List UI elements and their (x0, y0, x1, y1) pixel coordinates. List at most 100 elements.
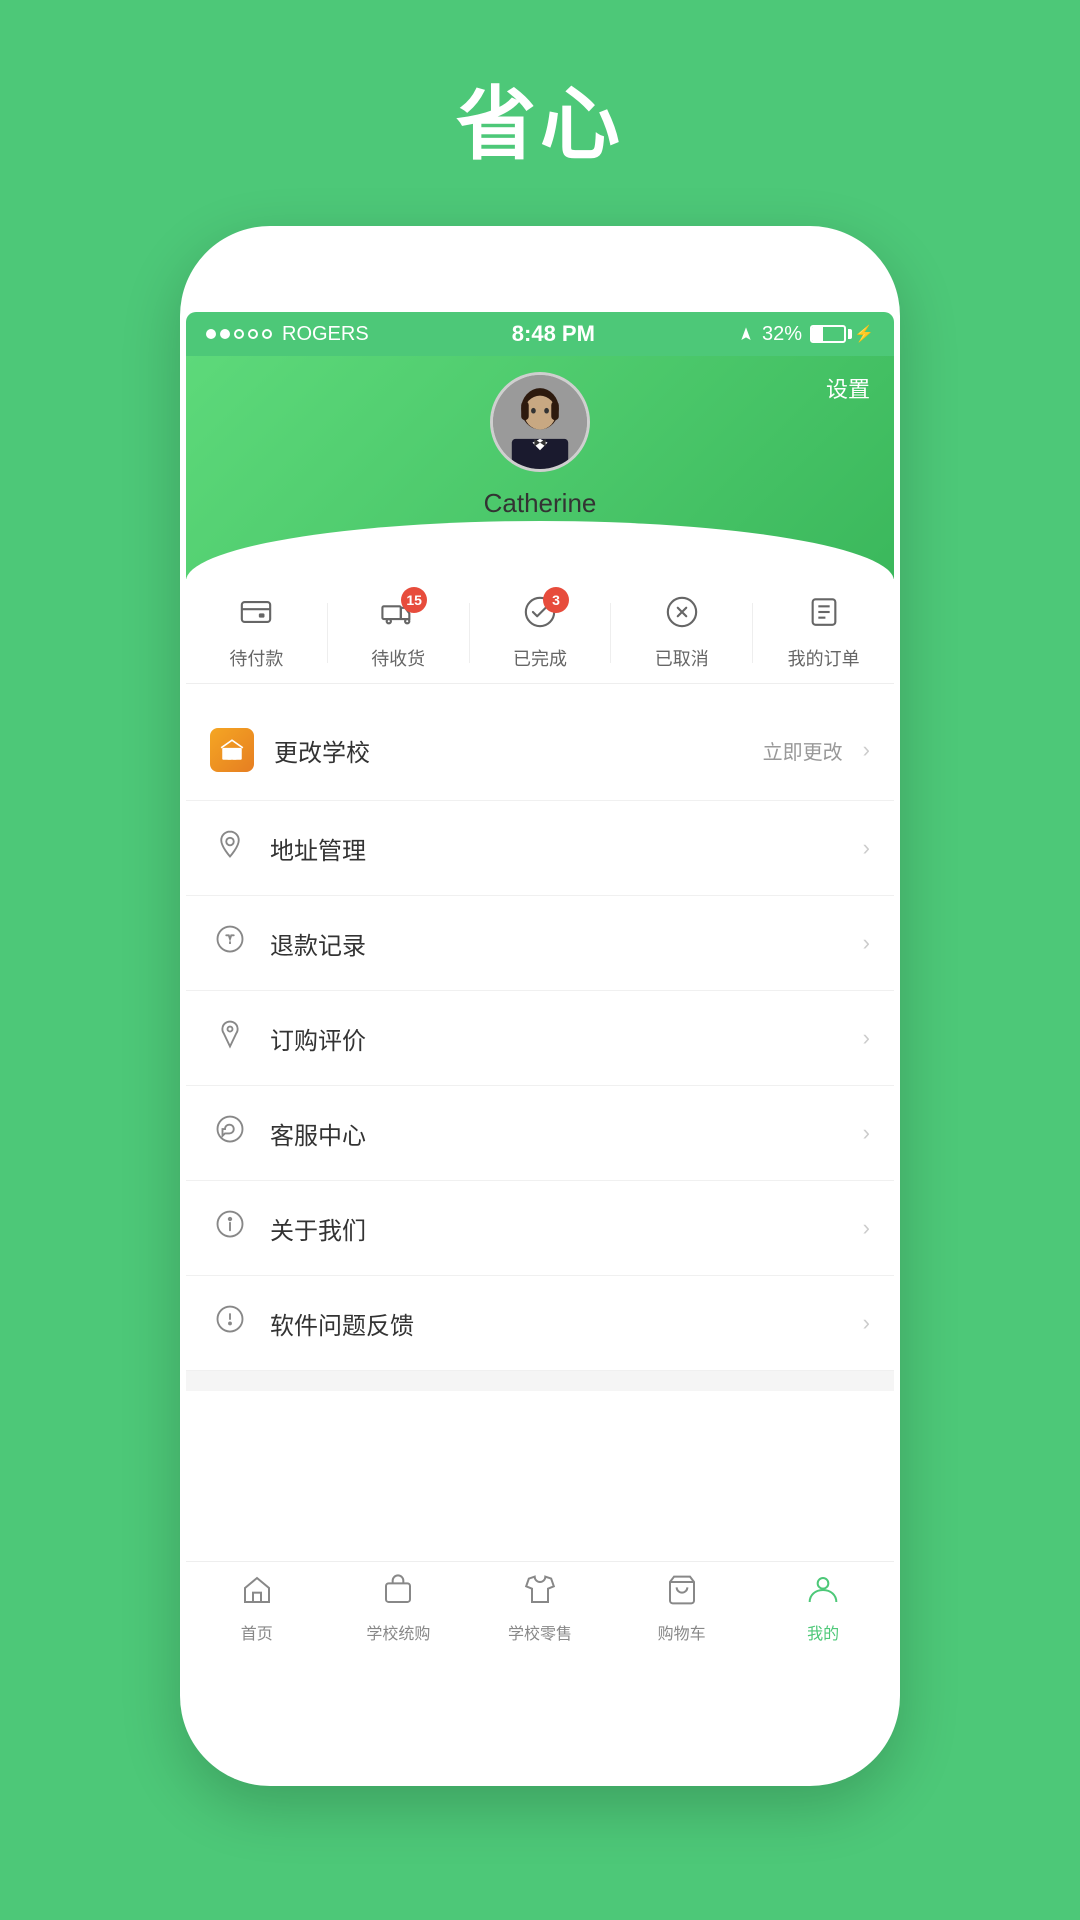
school-icon (210, 728, 254, 772)
nav-label-mine: 我的 (807, 1620, 839, 1644)
avatar-image (493, 372, 587, 472)
signal-dot-5 (262, 329, 272, 339)
clock: 8:48 PM (512, 321, 595, 347)
battery-fill (812, 327, 823, 341)
menu-item-review[interactable]: 订购评价 › (186, 991, 894, 1086)
order-tabs: 待付款 15 待收货 (186, 579, 894, 684)
nav-mine[interactable]: 我的 (752, 1574, 894, 1644)
bottom-nav: 首页 学校统购 学校零售 (186, 1561, 894, 1660)
battery-body (810, 325, 846, 343)
bottom-spacer (186, 1371, 894, 1391)
tab-pending-payment[interactable]: 待付款 (186, 595, 327, 671)
signal-dot-2 (220, 329, 230, 339)
signal-dot-1 (206, 329, 216, 339)
bag-icon (382, 1574, 414, 1614)
menu-item-service[interactable]: 客服中心 › (186, 1086, 894, 1181)
menu-label-about: 关于我们 (270, 1211, 843, 1246)
status-right: 32% ⚡ (738, 323, 874, 346)
home-icon (241, 1574, 273, 1614)
menu-item-about[interactable]: 关于我们 › (186, 1181, 894, 1276)
volume-down-button (180, 672, 182, 762)
signal-strength (206, 329, 272, 339)
tab-pending-delivery[interactable]: 15 待收货 (328, 595, 469, 671)
nav-home[interactable]: 首页 (186, 1574, 328, 1644)
nav-cart[interactable]: 购物车 (611, 1574, 753, 1644)
nav-label-home: 首页 (241, 1620, 273, 1644)
menu-label-feedback: 软件问题反馈 (270, 1306, 843, 1341)
battery-percent: 32% (762, 323, 802, 346)
cart-icon (666, 1574, 698, 1614)
nav-school-retail[interactable]: 学校零售 (469, 1574, 611, 1644)
tab-label-3: 已取消 (655, 645, 709, 671)
avatar-container (206, 372, 874, 472)
chat-icon (210, 1114, 250, 1152)
chevron-change-school: › (863, 737, 870, 763)
menu-section: 更改学校 立即更改 › 地址管理 › (186, 700, 894, 1371)
battery-tip (848, 329, 852, 339)
wallet-icon (239, 595, 273, 637)
menu-label-address: 地址管理 (270, 831, 843, 866)
info-icon (210, 1209, 250, 1247)
tab-completed[interactable]: 3 已完成 (470, 595, 611, 671)
menu-item-change-school[interactable]: 更改学校 立即更改 › (186, 700, 894, 801)
person-icon (807, 1574, 839, 1614)
truck-icon: 15 (381, 595, 415, 637)
content-area: 待付款 15 待收货 (186, 579, 894, 1561)
header-arch (186, 521, 894, 581)
tab-badge-2: 3 (543, 587, 569, 613)
carrier-name: ROGERS (282, 323, 369, 346)
power-button (898, 592, 900, 712)
menu-item-address[interactable]: 地址管理 › (186, 801, 894, 896)
battery-bolt: ⚡ (854, 324, 874, 344)
chevron-review: › (863, 1025, 870, 1051)
profile-header: 设置 (186, 356, 894, 579)
mute-button (180, 452, 182, 512)
menu-label-refund: 退款记录 (270, 926, 843, 961)
nav-label-school-retail: 学校零售 (508, 1620, 572, 1644)
phone-frame: ROGERS 8:48 PM 32% ⚡ 设置 (180, 226, 900, 1786)
cancel-icon (665, 595, 699, 637)
tab-cancelled[interactable]: 已取消 (611, 595, 752, 671)
status-bar: ROGERS 8:48 PM 32% ⚡ (186, 312, 894, 356)
nav-label-cart: 购物车 (658, 1620, 706, 1644)
menu-item-refund[interactable]: 退款记录 › (186, 896, 894, 991)
menu-label-review: 订购评价 (270, 1021, 843, 1056)
tab-label-2: 已完成 (513, 645, 567, 671)
location-icon (738, 326, 754, 342)
tab-label-1: 待收货 (371, 645, 425, 671)
orders-list-icon (807, 595, 841, 637)
settings-button[interactable]: 设置 (826, 372, 870, 404)
chevron-feedback: › (863, 1310, 870, 1336)
chevron-about: › (863, 1215, 870, 1241)
phone-screen: ROGERS 8:48 PM 32% ⚡ 设置 (186, 312, 894, 1660)
nav-school-buy[interactable]: 学校统购 (328, 1574, 470, 1644)
menu-sub-change-school: 立即更改 (763, 736, 843, 765)
status-left: ROGERS (206, 323, 369, 346)
feedback-icon (210, 1304, 250, 1342)
chevron-service: › (863, 1120, 870, 1146)
tab-badge-1: 15 (401, 587, 427, 613)
signal-dot-4 (248, 329, 258, 339)
avatar[interactable] (490, 372, 590, 472)
phone-top-notch (437, 254, 643, 282)
chevron-refund: › (863, 930, 870, 956)
menu-label-service: 客服中心 (270, 1116, 843, 1151)
review-icon (210, 1019, 250, 1057)
earpiece-speaker (483, 255, 643, 281)
app-title: 省心 (456, 60, 624, 176)
tab-my-orders[interactable]: 我的订单 (753, 595, 894, 671)
check-circle-icon: 3 (523, 595, 557, 637)
signal-dot-3 (234, 329, 244, 339)
battery-icon: ⚡ (810, 324, 874, 344)
menu-item-feedback[interactable]: 软件问题反馈 › (186, 1276, 894, 1371)
front-camera (437, 254, 465, 282)
home-button[interactable] (495, 1668, 585, 1758)
menu-label-change-school: 更改学校 (274, 733, 743, 768)
volume-up-button (180, 552, 182, 642)
shirt-icon (524, 1574, 556, 1614)
tab-label-0: 待付款 (229, 645, 283, 671)
location-pin-icon (210, 829, 250, 867)
username: Catherine (206, 488, 874, 519)
chevron-address: › (863, 835, 870, 861)
tab-label-4: 我的订单 (788, 645, 860, 671)
